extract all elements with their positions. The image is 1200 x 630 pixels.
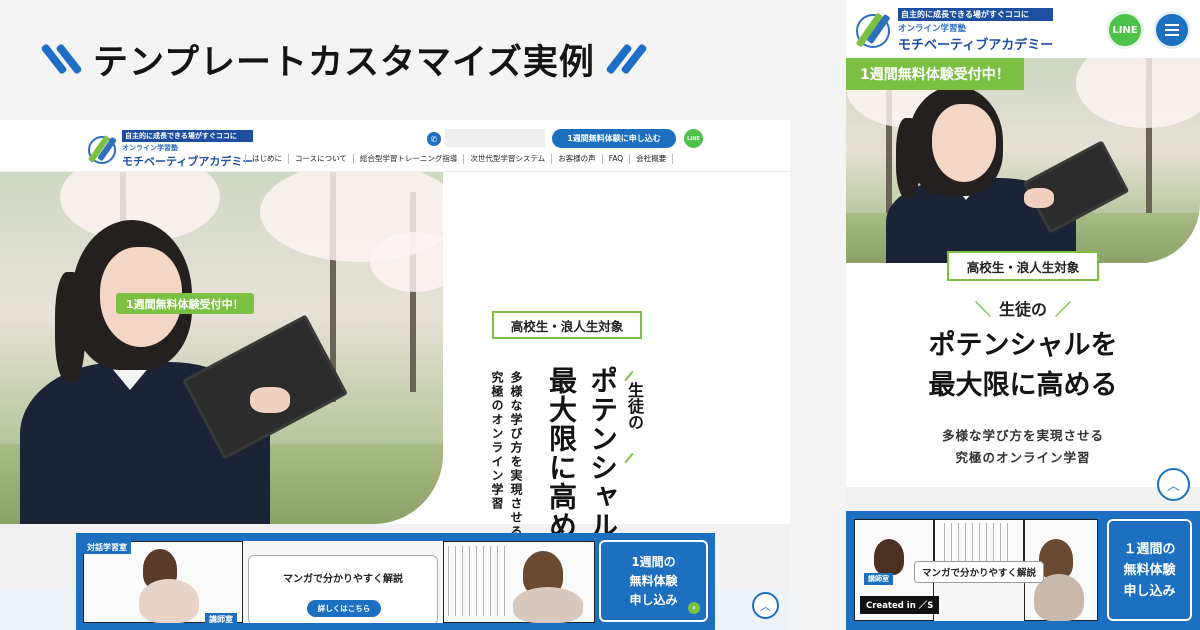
nav-item-intro[interactable]: はじめに xyxy=(245,154,288,164)
free-trial-badge: 1週間無料体験受付中！ xyxy=(846,58,1024,90)
hamburger-menu-icon[interactable] xyxy=(1153,11,1191,49)
nav-item-courses[interactable]: コースについて xyxy=(288,154,353,164)
hero-catch: ポテンシャルを 最大限に高める xyxy=(846,326,1200,406)
phone-icon: ✆ xyxy=(427,132,441,146)
line-icon[interactable]: LINE xyxy=(684,129,703,148)
logo-tagline: 自主的に成長できる場がすぐココに xyxy=(122,130,254,142)
showcase-title: テンプレートカスタマイズ実例 xyxy=(93,42,595,83)
free-trial-cta-button[interactable]: 1週間無料体験に申し込む xyxy=(552,129,676,148)
hero-description: 多様な学び方を実現させる 究極のオンライン学習 xyxy=(846,425,1200,469)
logo-mark-icon xyxy=(856,13,890,48)
slash-decoration-left xyxy=(40,42,83,76)
manga-label-teacher-room: 講師室 xyxy=(205,613,237,623)
nav-item-company[interactable]: 会社概要 xyxy=(629,154,674,164)
manga-illustration[interactable]: 対話学習室 講師室 マンガで分かりやすく解説 詳しくはこちら xyxy=(83,541,595,623)
hero-catch-line2: 最大限に高める xyxy=(928,370,1118,401)
manga-info-box: マンガで分かりやすく解説 詳しくはこちら xyxy=(248,555,438,623)
chevron-up-icon: ︿ xyxy=(760,599,771,613)
hero-desc-line2: 究極のオンライン学習 xyxy=(490,371,504,511)
logo-subtitle: オンライン学習塾 xyxy=(122,144,178,152)
target-audience-badge: 高校生・浪人生対象 xyxy=(947,251,1099,281)
nav-item-system[interactable]: 次世代型学習システム xyxy=(463,154,551,164)
nav-item-faq[interactable]: FAQ xyxy=(601,154,630,164)
showcase-heading: テンプレートカスタマイズ実例 xyxy=(40,36,648,83)
logo-subtitle: オンライン学習塾 xyxy=(898,24,967,34)
scroll-top-button[interactable]: ︿ xyxy=(1157,468,1190,501)
manga-label-teacher-room: 講師室 xyxy=(864,573,893,585)
nav-item-voices[interactable]: お客様の声 xyxy=(551,154,602,164)
scroll-top-button[interactable]: ︿ xyxy=(752,592,779,619)
hero-photo-student xyxy=(0,172,443,524)
trial-line2: 無料体験 xyxy=(1123,562,1176,578)
manga-caption: マンガで分かりやすく解説 xyxy=(914,561,1044,583)
target-audience-badge: 高校生・浪人生対象 xyxy=(492,311,642,339)
hero-desc-line1: 多様な学び方を実現させる xyxy=(509,371,523,539)
phone-number-placeholder xyxy=(445,129,545,147)
desktop-manga-banner: 対話学習室 講師室 マンガで分かりやすく解説 詳しくはこちら 1週間の 無料体験… xyxy=(76,533,715,630)
free-trial-apply-button[interactable]: １週間の 無料体験 申し込み xyxy=(1107,519,1192,621)
mobile-logo[interactable]: 自主的に成長できる場がすぐココに オンライン学習塾 モチベーティブアカデミー xyxy=(856,8,1054,53)
desktop-header: 自主的に成長できる場がすぐココに オンライン学習塾 モチベーティブアカデミー ✆… xyxy=(0,120,790,172)
arrow-right-icon: › xyxy=(688,602,700,614)
nav-item-training[interactable]: 総合型学習トレーニング指導 xyxy=(352,154,464,164)
logo-tagline: 自主的に成長できる場がすぐココに xyxy=(898,8,1054,21)
hero-catch-small: 生徒の xyxy=(625,382,644,430)
trial-line3: 申し込み xyxy=(629,592,678,607)
mobile-header: 自主的に成長できる場がすぐココに オンライン学習塾 モチベーティブアカデミー L… xyxy=(846,0,1200,58)
line-icon[interactable]: LINE xyxy=(1106,11,1144,49)
mobile-mockup: 自主的に成長できる場がすぐココに オンライン学習塾 モチベーティブアカデミー L… xyxy=(846,0,1200,630)
trial-line1: 1週間の xyxy=(631,554,676,569)
slash-decoration-right xyxy=(605,42,648,76)
free-trial-apply-button[interactable]: 1週間の 無料体験 申し込み › xyxy=(599,540,708,622)
desktop-nav: はじめに コースについて 総合型学習トレーニング指導 次世代型学習システム お客… xyxy=(245,154,674,164)
trial-line1: １週間の xyxy=(1123,541,1176,557)
hero-catch-line1: ポテンシャルを xyxy=(928,330,1118,361)
desktop-mockup: 自主的に成長できる場がすぐココに オンライン学習塾 モチベーティブアカデミー ✆… xyxy=(0,120,790,630)
trial-line2: 無料体験 xyxy=(629,573,678,588)
desktop-logo[interactable]: 自主的に成長できる場がすぐココに オンライン学習塾 モチベーティブアカデミー xyxy=(88,130,254,169)
logo-name: モチベーティブアカデミー xyxy=(122,155,254,168)
manga-title: マンガで分かりやすく解説 xyxy=(283,574,403,585)
hero-desc-line1: 多様な学び方を実現させる xyxy=(941,428,1104,443)
hero-desc-line2: 究極のオンライン学習 xyxy=(955,450,1091,465)
mobile-manga-banner: 講師室 マンガで分かりやすく解説 Created in ／S １週間の 無料体験… xyxy=(846,511,1200,630)
free-trial-badge: 1週間無料体験受付中！ xyxy=(116,293,254,314)
logo-mark-icon xyxy=(88,135,116,164)
manga-label-dialog-room: 対話学習室 xyxy=(83,541,131,554)
hero-catch-small: ＼ 生徒の／ xyxy=(974,300,1072,319)
trial-line3: 申し込み xyxy=(1123,583,1176,599)
manga-details-button[interactable]: 詳しくはこちら xyxy=(307,600,381,617)
logo-name: モチベーティブアカデミー xyxy=(898,38,1054,53)
created-in-badge: Created in ／S xyxy=(860,596,940,614)
chevron-up-icon: ︿ xyxy=(1166,479,1180,494)
